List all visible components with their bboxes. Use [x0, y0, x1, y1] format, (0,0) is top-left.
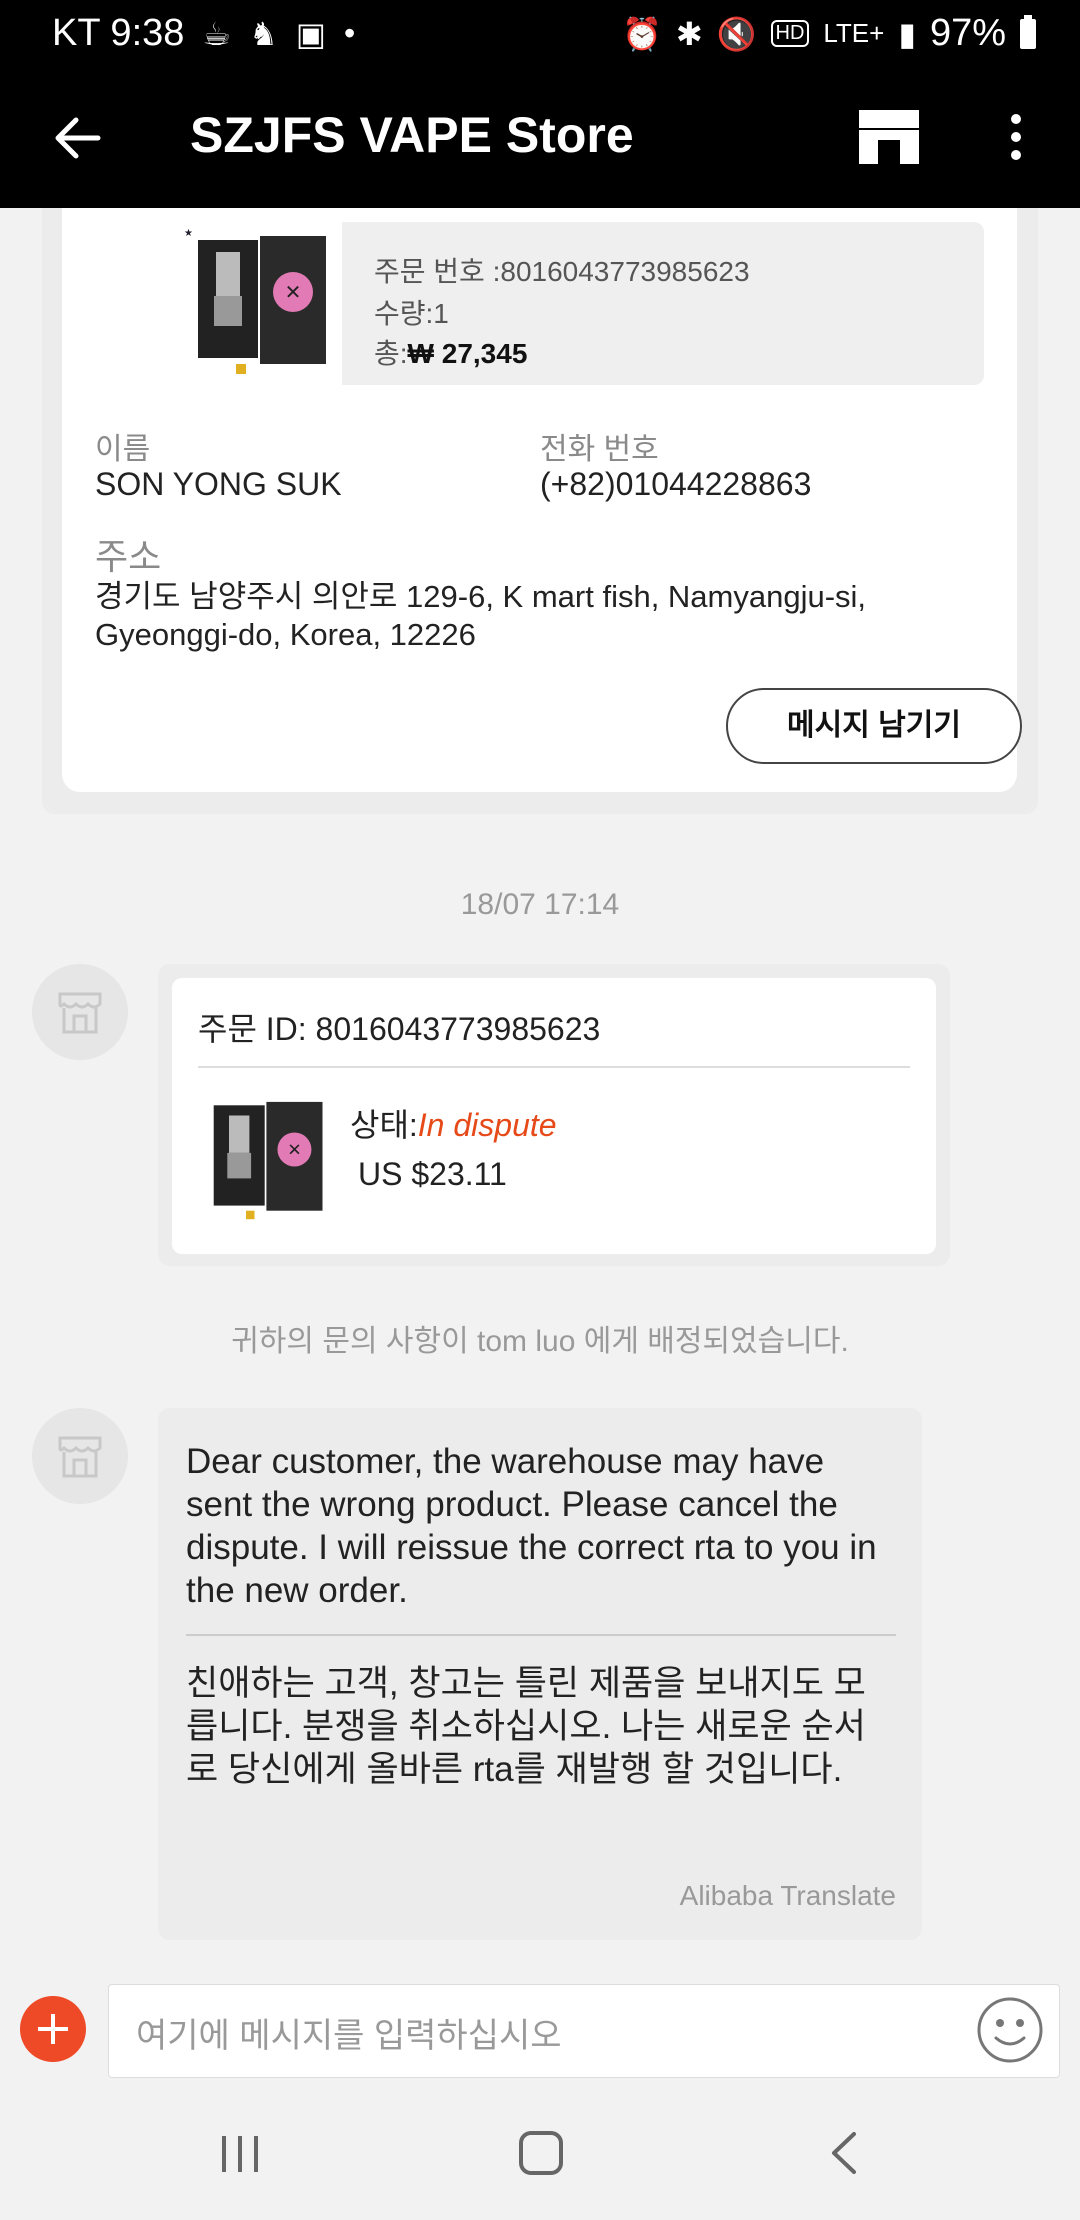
- store-avatar-icon: [58, 992, 102, 1034]
- status-bar: KT 9:38 ☕ ♞ ▣ • ⏰ ✱ 🔇 HD LTE+ ▮ 97%: [0, 0, 1080, 68]
- notification-icon: ♞: [249, 15, 278, 52]
- battery-percent: 97%: [929, 12, 1006, 54]
- store-icon[interactable]: [856, 106, 922, 166]
- order-total: 총:₩ 27,345: [374, 332, 527, 372]
- carrier-time: KT 9:38: [52, 12, 185, 54]
- order-total-prefix: 총:: [374, 338, 408, 369]
- seller-avatar-2[interactable]: [32, 1408, 128, 1504]
- signal-icon: ▮: [898, 15, 916, 52]
- dispute-product-thumbnail: ✕: [198, 1090, 328, 1226]
- more-notifications-icon: •: [344, 15, 356, 51]
- address-label: 주소: [95, 536, 162, 577]
- name-label: 이름: [95, 433, 151, 466]
- battery-icon: [1020, 14, 1036, 49]
- hd-icon: HD: [770, 20, 810, 47]
- system-back-icon[interactable]: [828, 2130, 858, 2176]
- emoji-icon[interactable]: [976, 1996, 1044, 2064]
- order-info-box: 주문 번호 :8016043773985623 수량:1 총:₩ 27,345: [342, 222, 984, 385]
- message-english: Dear customer, the warehouse may have se…: [186, 1442, 877, 1610]
- message-input-placeholder: 여기에 메시지를 입력하십시오: [136, 2017, 562, 2055]
- app-bar: SZJFS VAPE Store: [0, 68, 1080, 208]
- order-number: 주문 번호 :8016043773985623: [374, 256, 750, 287]
- store-avatar-icon: [58, 1436, 102, 1478]
- svg-text:✕: ✕: [287, 1140, 301, 1160]
- more-options-icon[interactable]: [1000, 108, 1032, 168]
- leave-message-button[interactable]: 메시지 남기기: [726, 688, 1022, 764]
- phone-value: (+82)01044228863: [540, 466, 812, 502]
- name-value: SON YONG SUK: [95, 466, 342, 502]
- message-korean: 친애하는 고객, 창고는 틀린 제품을 보내지도 모릅니다. 분쟁을 취소하십시…: [186, 1664, 866, 1789]
- app-notification-icon: ▣: [295, 15, 326, 52]
- page-title: SZJFS VAPE Store: [190, 107, 634, 163]
- address-value: 경기도 남양주시 의안로 129-6, K mart fish, Namyang…: [95, 579, 867, 652]
- dispute-status: 상태:In dispute: [350, 1100, 557, 1146]
- seller-avatar[interactable]: [32, 964, 128, 1060]
- back-arrow-icon[interactable]: [48, 108, 108, 168]
- mute-icon: 🔇: [716, 15, 757, 52]
- alarm-icon: ⏰: [622, 15, 662, 52]
- dispute-price: US $23.11: [358, 1156, 507, 1192]
- dispute-status-label: 상태:: [350, 1107, 418, 1143]
- coffee-icon: ☕: [202, 15, 232, 52]
- dispute-divider: [198, 1066, 910, 1068]
- dispute-status-value: In dispute: [417, 1107, 557, 1143]
- chat-timestamp: 18/07 17:14: [460, 888, 620, 921]
- bluetooth-icon: ✱: [675, 15, 703, 52]
- phone-label: 전화 번호: [540, 433, 659, 466]
- add-attachment-button[interactable]: [20, 1996, 86, 2062]
- dispute-order-id: 주문 ID: 8016043773985623: [198, 1011, 601, 1047]
- home-icon[interactable]: [518, 2130, 564, 2176]
- order-total-value: ₩ 27,345: [407, 338, 528, 369]
- svg-text:✕: ✕: [285, 280, 302, 304]
- translate-tag: Alibaba Translate: [679, 1880, 896, 1911]
- message-divider: [186, 1634, 896, 1636]
- order-quantity: 수량:1: [374, 298, 449, 329]
- system-note: 귀하의 문의 사항이 tom luo 에게 배정되었습니다.: [231, 1325, 849, 1358]
- svg-text:★: ★: [184, 228, 193, 239]
- product-thumbnail[interactable]: ✕ ★: [180, 222, 332, 382]
- network-type: LTE+: [823, 18, 885, 48]
- recent-apps-icon[interactable]: [218, 2134, 262, 2174]
